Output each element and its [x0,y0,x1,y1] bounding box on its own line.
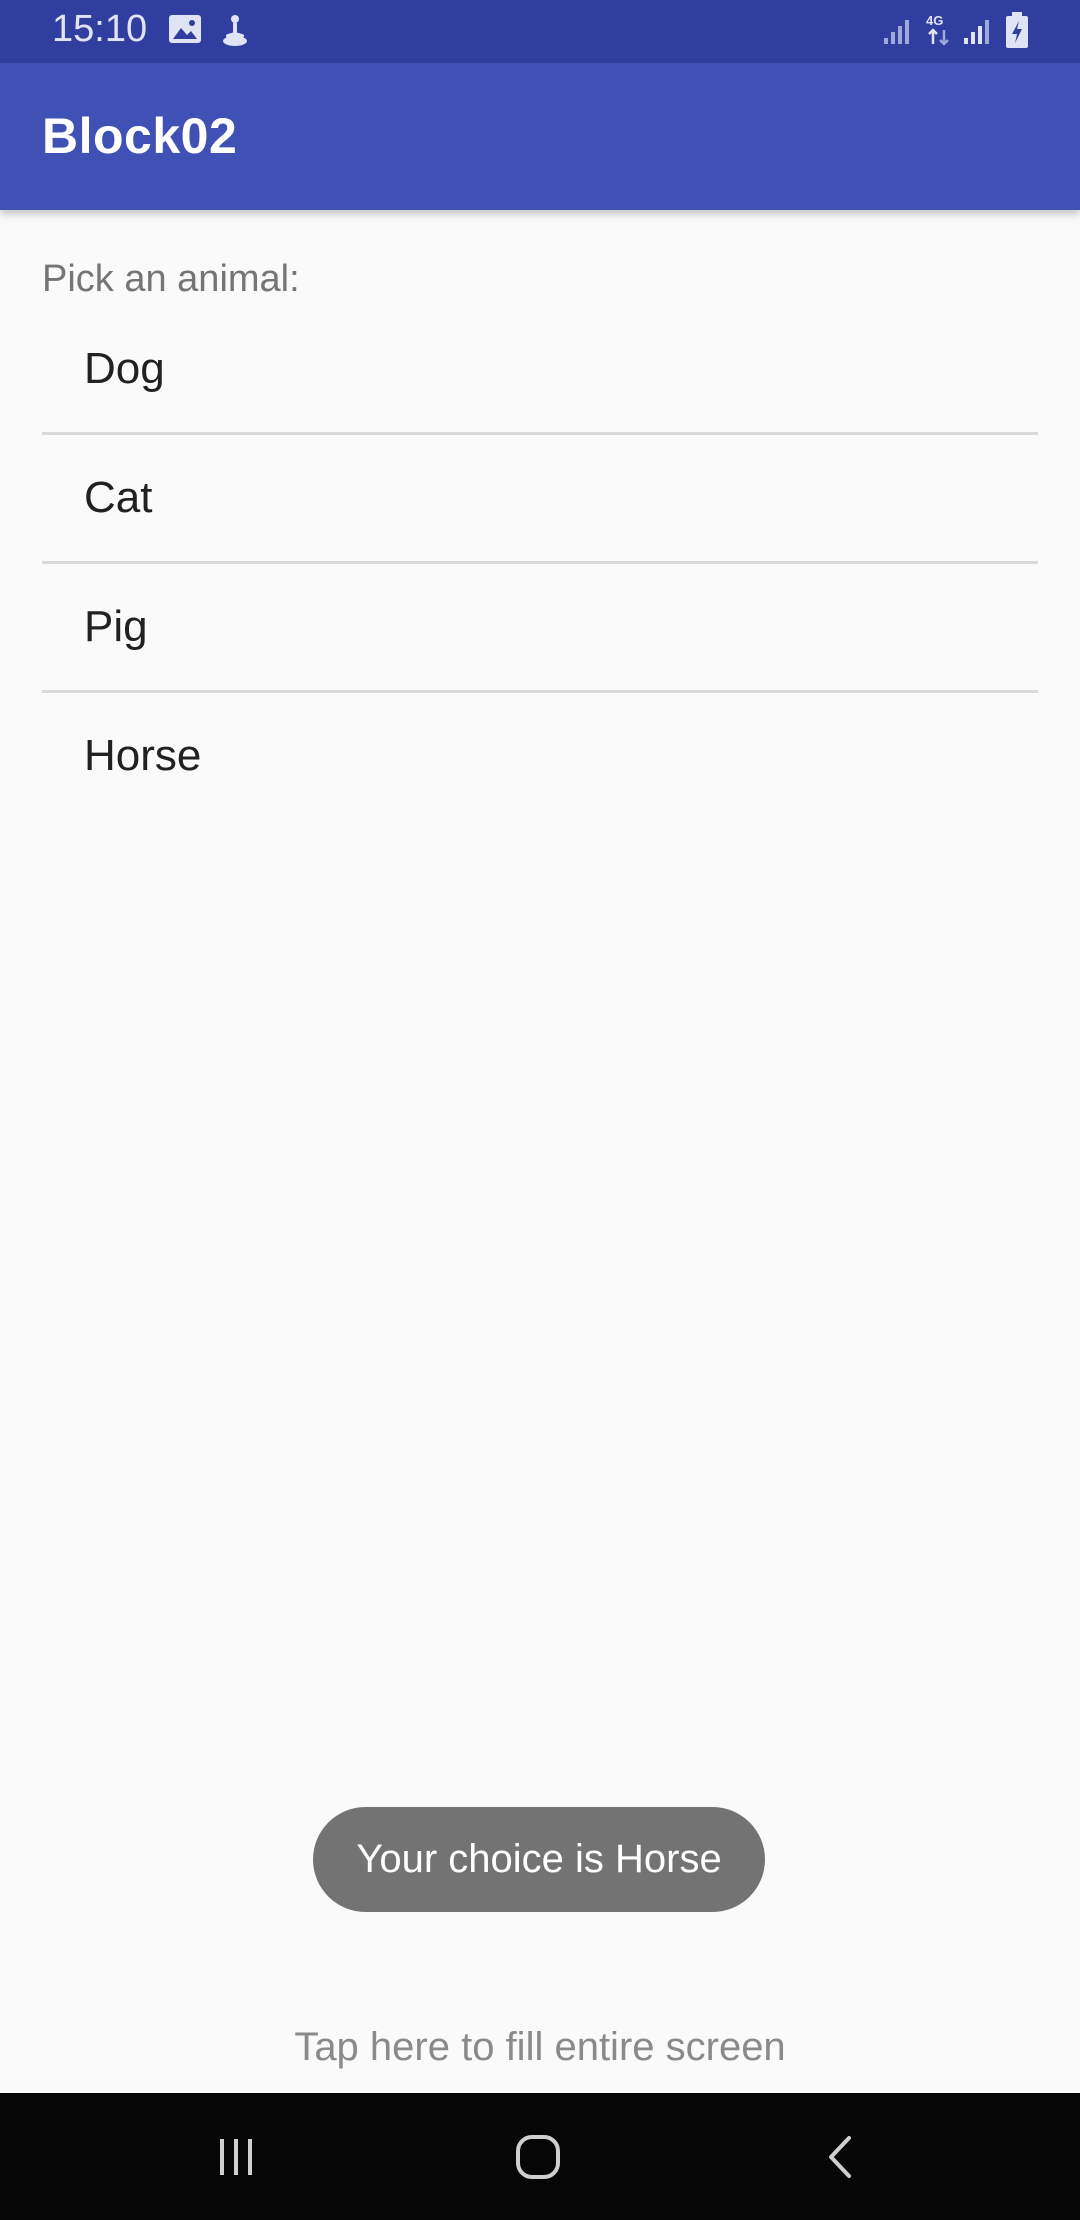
battery-charging-icon [1004,12,1030,55]
list-item-label: Dog [84,344,165,393]
network-label: 4G [926,13,943,28]
list-item-dog[interactable]: Dog [42,306,1038,435]
accessibility-icon [218,14,252,53]
recents-button[interactable] [156,2093,316,2220]
app-title: Block02 [42,108,238,164]
home-button[interactable] [458,2093,618,2220]
recents-icon [220,2138,252,2175]
back-icon [829,2135,851,2178]
signal-icon [882,16,912,51]
list-item-pig[interactable]: Pig [42,564,1038,693]
list-item-label: Horse [84,731,202,780]
list-item-label: Pig [84,602,148,651]
back-button[interactable] [760,2093,920,2220]
navigation-bar [0,2093,1080,2220]
fill-screen-link[interactable]: Tap here to fill entire screen [0,2025,1080,2070]
home-icon [516,2134,560,2179]
pick-prompt: Pick an animal: [42,258,300,300]
status-time: 15:10 [52,8,148,50]
list-item-horse[interactable]: Horse [42,693,1038,822]
image-icon [168,14,202,49]
toast-message: Your choice is Horse [313,1807,765,1912]
app-bar: Block02 [0,63,1080,210]
signal-icon [962,16,992,51]
status-bar: 15:10 4G [0,0,1080,63]
4g-icon: 4G [924,12,954,53]
list-item-label: Cat [84,473,153,522]
animal-list: Dog Cat Pig Horse [42,306,1038,822]
list-item-cat[interactable]: Cat [42,435,1038,564]
